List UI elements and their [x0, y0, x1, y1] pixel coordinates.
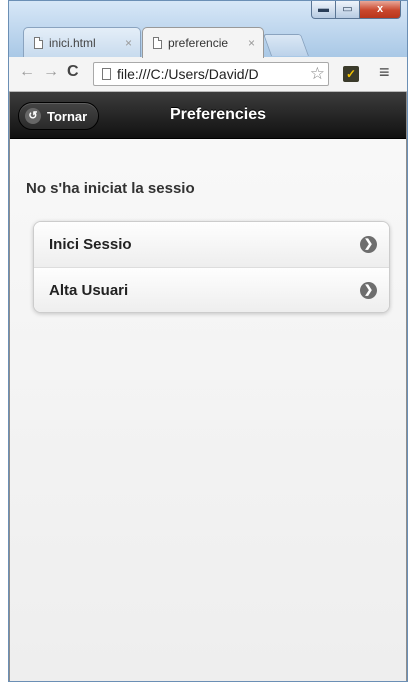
- session-status: No s'ha iniciat la sessio: [26, 180, 195, 197]
- extension-icon[interactable]: ✓: [343, 66, 359, 82]
- back-icon: ↺: [25, 108, 41, 124]
- address-bar[interactable]: file:///C:/Users/David/D ☆: [93, 62, 329, 86]
- forward-arrow-icon[interactable]: →: [43, 63, 59, 81]
- list-item-inici-sessio[interactable]: Inici Sessio ❯: [34, 222, 389, 267]
- tornar-button[interactable]: ↺ Tornar: [18, 102, 100, 130]
- browser-window: ▬ ▭ x inici.html × preferencie × ← → C f…: [8, 0, 408, 682]
- page-icon: [102, 68, 111, 80]
- address-url: file:///C:/Users/David/D: [117, 66, 259, 82]
- tab-inici[interactable]: inici.html ×: [23, 27, 141, 57]
- document-icon: [153, 37, 162, 49]
- minimize-button[interactable]: ▬: [311, 1, 336, 19]
- reload-icon[interactable]: C: [67, 63, 79, 81]
- tab-close-icon[interactable]: ×: [248, 36, 255, 50]
- page-header: ↺ Tornar Preferencies: [10, 92, 406, 139]
- bookmark-star-icon[interactable]: ☆: [309, 64, 325, 84]
- chevron-right-icon: ❯: [360, 282, 377, 299]
- back-arrow-icon[interactable]: ←: [19, 63, 35, 81]
- list-item-alta-usuari[interactable]: Alta Usuari ❯: [34, 267, 389, 312]
- menu-icon[interactable]: ≡: [379, 62, 390, 83]
- close-window-button[interactable]: x: [359, 1, 401, 19]
- tab-preferencies[interactable]: preferencie ×: [142, 27, 264, 58]
- page-viewport: ↺ Tornar Preferencies No s'ha iniciat la…: [9, 92, 407, 681]
- chevron-right-icon: ❯: [360, 236, 377, 253]
- new-tab-button[interactable]: [262, 34, 310, 56]
- browser-toolbar: ← → C file:///C:/Users/David/D ☆ ✓ ≡: [9, 57, 407, 92]
- tab-title: preferencie: [168, 36, 229, 50]
- maximize-button[interactable]: ▭: [335, 1, 360, 19]
- menu-list: Inici Sessio ❯ Alta Usuari ❯: [33, 221, 390, 313]
- document-icon: [34, 36, 43, 49]
- list-item-label: Inici Sessio: [49, 236, 132, 253]
- list-item-label: Alta Usuari: [49, 281, 129, 299]
- tab-title: inici.html: [49, 35, 96, 50]
- window-controls: ▬ ▭ x: [311, 1, 401, 21]
- page-title: Preferencies: [169, 106, 267, 123]
- tab-close-icon[interactable]: ×: [125, 36, 132, 50]
- tornar-label: Tornar: [47, 108, 88, 124]
